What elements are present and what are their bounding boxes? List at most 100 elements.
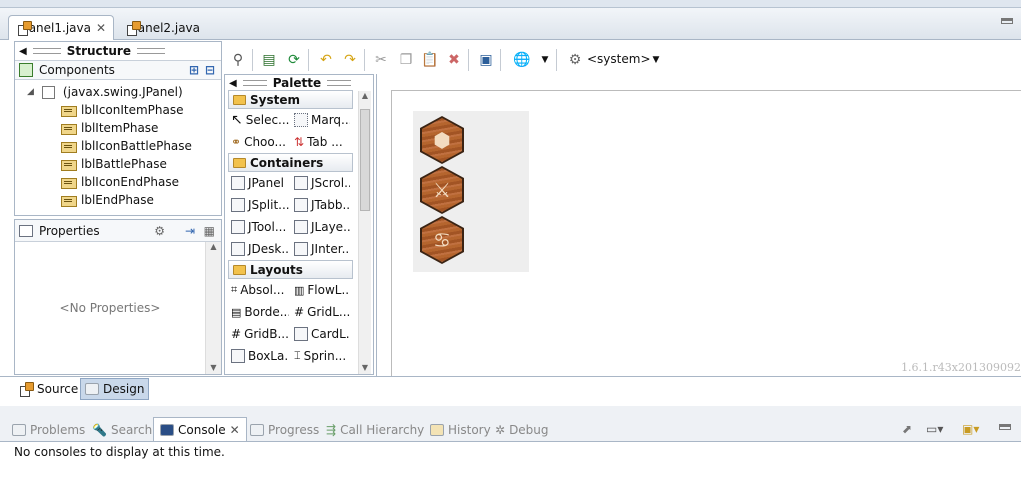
tab-label: Panel1.java xyxy=(22,21,91,35)
chevron-down-icon[interactable]: ▼ xyxy=(535,50,555,70)
console-icon xyxy=(160,423,174,436)
window-top-strip xyxy=(0,0,1021,8)
tab-label: Design xyxy=(103,382,145,396)
palette-item-label: Tab ... xyxy=(307,135,343,149)
close-icon[interactable]: ✕ xyxy=(230,423,240,437)
palette-item[interactable]: # GridL... xyxy=(294,302,350,322)
tab-design[interactable]: Design xyxy=(80,378,150,400)
palette-item[interactable]: JScrol... xyxy=(294,173,350,193)
paste-icon[interactable]: 📋 xyxy=(420,50,440,70)
tree-item-label: lblBattlePhase xyxy=(81,157,167,171)
expand-all-icon[interactable]: ⊞ xyxy=(189,63,199,77)
palette-category-layouts[interactable]: Layouts xyxy=(228,260,353,279)
tree-item[interactable]: lblIconBattlePhase xyxy=(61,137,192,155)
palette-item[interactable]: BoxLa... xyxy=(231,346,289,366)
java-file-icon xyxy=(19,382,34,397)
tab-panel1-java[interactable]: Panel1.java ✕ xyxy=(8,15,114,40)
tree-item[interactable]: lblIconEndPhase xyxy=(61,173,179,191)
collapse-all-icon[interactable]: ⊟ xyxy=(205,63,215,77)
scroll-down-icon[interactable]: ▼ xyxy=(206,363,221,372)
palette-item[interactable]: ↖ Selec... xyxy=(231,110,289,130)
collapse-left-icon[interactable]: ◀ xyxy=(19,46,27,57)
palette-item-label: GridB... xyxy=(244,327,289,341)
look-and-feel-icon[interactable]: ⚙ xyxy=(565,50,585,70)
layout-icon[interactable]: ▣ xyxy=(476,50,496,70)
tree-item[interactable]: lblItemPhase xyxy=(61,119,158,137)
tab-history[interactable]: History xyxy=(430,418,491,442)
component-tree: ◢ (javax.swing.JPanel) lblIconItemPhase … xyxy=(15,80,221,207)
open-console-icon[interactable]: ▣▾ xyxy=(962,422,979,436)
test-ui-icon[interactable]: ⚲ xyxy=(228,50,248,70)
tree-item[interactable]: lblEndPhase xyxy=(61,191,154,209)
category-label: Layouts xyxy=(250,262,303,277)
palette-item[interactable]: JInter... xyxy=(294,239,350,259)
tab-progress[interactable]: Progress xyxy=(250,418,319,442)
palette-item[interactable]: ▤ Borde... xyxy=(231,302,289,322)
show-advanced-icon[interactable]: ▦ xyxy=(204,224,215,238)
redo-icon[interactable]: ↷ xyxy=(340,50,360,70)
palette-item-label: BoxLa... xyxy=(248,349,289,363)
tab-panel2-java[interactable]: Panel2.java xyxy=(118,15,208,40)
palette-item[interactable]: ⌗ Absol... xyxy=(231,280,289,300)
design-icon xyxy=(85,383,99,395)
copy-icon[interactable]: ❐ xyxy=(396,50,416,70)
palette-item[interactable]: CardL... xyxy=(294,324,350,344)
properties-scrollbar[interactable]: ▲ ▼ xyxy=(205,242,221,374)
palette-item[interactable]: ⇅ Tab ... xyxy=(294,132,350,152)
scroll-up-icon[interactable]: ▲ xyxy=(359,91,371,100)
minimize-icon[interactable] xyxy=(999,424,1011,430)
palette-item[interactable]: JTabb... xyxy=(294,195,350,215)
tab-debug[interactable]: ✲ Debug xyxy=(495,418,549,442)
display-console-icon[interactable]: ▭▾ xyxy=(926,422,943,436)
gridbag-layout-icon: # xyxy=(231,327,242,341)
goto-definition-icon[interactable]: ⇥ xyxy=(185,224,195,238)
tree-item[interactable]: lblBattlePhase xyxy=(61,155,167,173)
palette-title: Palette xyxy=(272,76,322,90)
tab-source[interactable]: Source xyxy=(16,378,81,400)
cut-icon[interactable]: ✂ xyxy=(371,50,391,70)
pin-console-icon[interactable]: ⬈ xyxy=(902,422,912,436)
refresh-icon[interactable]: ▤ xyxy=(259,50,279,70)
collapse-left-icon[interactable]: ◀ xyxy=(229,78,237,89)
palette-item[interactable]: ⌶ Sprin... xyxy=(294,346,350,366)
globe-icon[interactable]: 🌐 xyxy=(512,50,532,70)
palette-item[interactable]: JSplit... xyxy=(231,195,289,215)
minimize-icon[interactable] xyxy=(1001,18,1013,24)
look-and-feel-select[interactable]: <system> xyxy=(587,52,651,66)
palette-item-label: JInter... xyxy=(311,242,350,256)
palette-item[interactable]: JDesk... xyxy=(231,239,289,259)
tab-console[interactable]: Console ✕ xyxy=(153,417,247,441)
chevron-down-icon[interactable]: ▼ xyxy=(646,50,666,70)
palette-item[interactable]: ⚭ Choo... xyxy=(231,132,289,152)
grip-icon xyxy=(242,80,267,86)
tree-root[interactable]: ◢ (javax.swing.JPanel) xyxy=(27,83,183,101)
tree-item[interactable]: lblIconItemPhase xyxy=(61,101,184,119)
palette-item[interactable]: Marq... xyxy=(294,110,350,130)
scroll-thumb[interactable] xyxy=(360,109,370,211)
close-icon[interactable]: ✕ xyxy=(96,21,106,35)
palette-item[interactable]: JPanel xyxy=(231,173,289,193)
palette-item-label: JTabb... xyxy=(311,198,350,212)
undo-icon[interactable]: ↶ xyxy=(316,50,336,70)
reparse-icon[interactable]: ⟳ xyxy=(284,50,304,70)
problems-icon xyxy=(12,424,26,436)
palette-item[interactable]: JLaye... xyxy=(294,217,350,237)
scroll-up-icon[interactable]: ▲ xyxy=(206,242,221,251)
show-events-icon[interactable]: ⚙ xyxy=(154,224,165,238)
scroll-down-icon[interactable]: ▼ xyxy=(359,363,371,372)
tree-item-label: lblIconEndPhase xyxy=(81,175,180,189)
delete-icon[interactable]: ✖ xyxy=(444,50,464,70)
tab-problems[interactable]: Problems xyxy=(12,418,85,442)
design-canvas[interactable]: 1.6.1.r43x201309092 xyxy=(376,74,1021,380)
palette-item[interactable]: JTool... xyxy=(231,217,289,237)
palette-item-label: CardL... xyxy=(311,327,350,341)
palette-category-containers[interactable]: Containers xyxy=(228,153,353,172)
collapse-arrow-icon[interactable]: ◢ xyxy=(27,87,34,97)
palette-scrollbar[interactable]: ▲ ▼ xyxy=(358,91,371,374)
tab-call-hierarchy[interactable]: ⇶ Call Hierarchy xyxy=(326,418,424,442)
palette-item[interactable]: ▥ FlowL... xyxy=(294,280,350,300)
palette-item-label: Choo... xyxy=(244,135,286,149)
palette-category-system[interactable]: System xyxy=(228,90,353,109)
palette-item[interactable]: # GridB... xyxy=(231,324,289,344)
tab-search[interactable]: 🔦 Search xyxy=(92,418,152,442)
